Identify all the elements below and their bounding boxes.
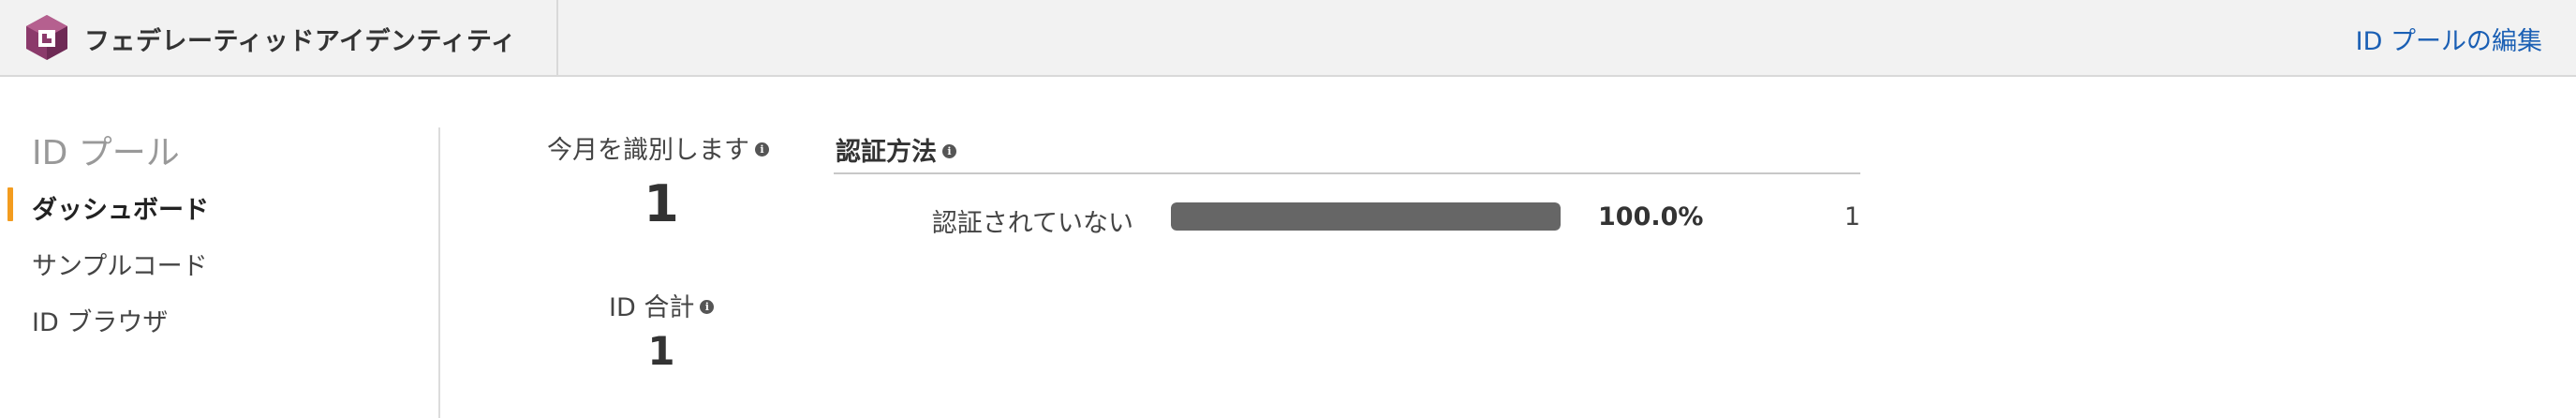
sidebar-item-dashboard[interactable]: ダッシュボード — [0, 182, 412, 225]
auth-method-bar-track — [1171, 202, 1561, 231]
auth-method-label: 認証されていない — [931, 209, 1133, 238]
total-identities-label: ID 合計 i — [609, 287, 715, 323]
sidebar-item-label: サンプルコード — [32, 252, 208, 281]
sidebar-item-label: ID ブラウザ — [32, 308, 169, 337]
auth-methods-title: 認証方法 i — [836, 131, 956, 168]
sidebar-item-sample-code[interactable]: サンプルコード — [0, 238, 412, 281]
info-icon[interactable]: i — [755, 142, 769, 157]
edit-identity-pool-link[interactable]: ID プールの編集 — [2356, 21, 2542, 57]
total-identities-value: 1 — [647, 328, 675, 374]
top-header: フェデレーティッドアイデンティティ ID プールの編集 — [0, 0, 2576, 77]
auth-methods-divider — [834, 172, 1860, 174]
stat-label-text: 今月を識別します — [547, 136, 749, 165]
sidebar-item-id-browser[interactable]: ID ブラウザ — [0, 294, 412, 337]
cognito-logo-icon — [26, 15, 67, 60]
sidebar-divider — [438, 127, 440, 418]
active-indicator — [7, 187, 13, 221]
auth-method-row: 認証されていない 100.0% 1 — [834, 191, 1860, 244]
monthly-identities-label: 今月を識別します i — [547, 129, 769, 166]
auth-methods-title-text: 認証方法 — [836, 138, 937, 167]
info-icon[interactable]: i — [942, 144, 956, 158]
app-title: フェデレーティッドアイデンティティ — [84, 27, 517, 56]
auth-method-percent: 100.0% — [1598, 202, 1704, 231]
auth-method-label-wrap: 認証されていない — [834, 191, 1133, 244]
auth-method-bar-fill — [1171, 202, 1561, 231]
sidebar-title: ID プール — [32, 134, 180, 172]
stat-label-text: ID 合計 — [609, 293, 695, 322]
auth-method-count: 1 — [1843, 202, 1860, 231]
sidebar: ID プール ダッシュボード サンプルコード ID ブラウザ — [0, 77, 440, 418]
info-icon[interactable]: i — [700, 300, 715, 314]
monthly-identities-value: 1 — [644, 174, 679, 233]
brand-area: フェデレーティッドアイデンティティ — [0, 0, 558, 75]
sidebar-item-label: ダッシュボード — [32, 196, 209, 225]
